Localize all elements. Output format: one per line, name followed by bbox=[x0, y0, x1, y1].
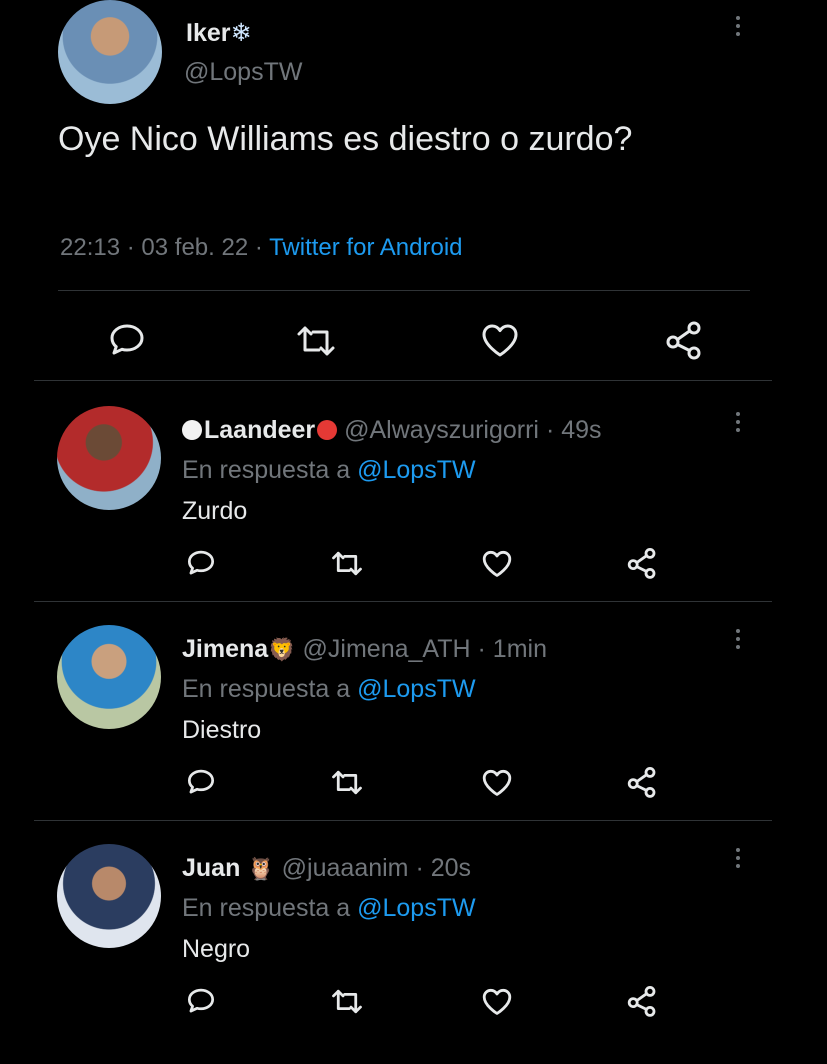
retweet-icon[interactable] bbox=[296, 324, 336, 358]
author-name[interactable]: Juan bbox=[182, 854, 240, 882]
tweet-date: 03 feb. 22 bbox=[141, 234, 249, 261]
author-handle[interactable]: @Alwayszurigorri bbox=[344, 416, 539, 444]
like-icon[interactable] bbox=[481, 549, 513, 578]
white-circle-icon bbox=[182, 420, 202, 440]
divider bbox=[34, 601, 772, 602]
like-icon[interactable] bbox=[480, 322, 520, 358]
tweet-text: Oye Nico Williams es diestro o zurdo? bbox=[58, 120, 633, 158]
reply-tweet[interactable]: Laandeer @Alwayszurigorri · 49s En respu… bbox=[0, 406, 827, 626]
author-handle[interactable]: @juaaanim bbox=[282, 854, 409, 882]
author-name[interactable]: Jimena bbox=[182, 635, 268, 663]
more-options-icon[interactable] bbox=[736, 412, 742, 436]
mention-link[interactable]: @LopsTW bbox=[357, 456, 475, 484]
like-icon[interactable] bbox=[481, 768, 513, 797]
reply-text: Zurdo bbox=[182, 497, 248, 525]
reply-time: 49s bbox=[561, 416, 602, 444]
more-options-icon[interactable] bbox=[736, 16, 742, 40]
like-icon[interactable] bbox=[481, 987, 513, 1016]
mention-link[interactable]: @LopsTW bbox=[357, 894, 475, 922]
red-circle-icon bbox=[317, 420, 338, 440]
reply-tweet[interactable]: Jimena🦁 @Jimena_ATH · 1min En respuesta … bbox=[0, 625, 827, 845]
divider bbox=[34, 380, 772, 381]
tweet-time: 22:13 bbox=[60, 234, 121, 261]
divider bbox=[34, 820, 772, 821]
retweet-icon[interactable] bbox=[331, 988, 363, 1015]
share-icon[interactable] bbox=[626, 766, 658, 798]
avatar[interactable] bbox=[58, 0, 162, 104]
retweet-icon[interactable] bbox=[331, 769, 363, 796]
author-name[interactable]: Iker❄ bbox=[186, 18, 251, 48]
reply-icon[interactable] bbox=[108, 322, 146, 358]
tweet-source-link[interactable]: Twitter for Android bbox=[269, 234, 462, 261]
share-icon[interactable] bbox=[664, 320, 704, 360]
avatar[interactable] bbox=[57, 406, 161, 510]
retweet-icon[interactable] bbox=[331, 550, 363, 577]
author-handle[interactable]: @Jimena_ATH bbox=[303, 635, 471, 663]
reply-text: Negro bbox=[182, 935, 251, 963]
author-handle[interactable]: @LopsTW bbox=[184, 58, 302, 87]
tweet-meta: 22:13 · 03 feb. 22 · Twitter for Android bbox=[60, 234, 463, 261]
reply-tweet[interactable]: Juan 🦉 @juaaanim · 20s En respuesta a @L… bbox=[0, 844, 827, 1064]
more-options-icon[interactable] bbox=[736, 629, 742, 653]
reply-icon[interactable] bbox=[186, 768, 216, 796]
lion-icon: 🦁 bbox=[268, 637, 296, 662]
reply-time: 20s bbox=[430, 854, 472, 882]
author-name[interactable]: Laandeer bbox=[204, 416, 315, 444]
snowflake-icon: ❄ bbox=[230, 19, 252, 47]
share-icon[interactable] bbox=[626, 547, 658, 579]
reply-icon[interactable] bbox=[186, 987, 216, 1015]
owl-icon: 🦉 bbox=[247, 856, 275, 881]
divider bbox=[58, 290, 750, 291]
avatar[interactable] bbox=[57, 625, 161, 729]
reply-time: 1min bbox=[492, 635, 547, 663]
mention-link[interactable]: @LopsTW bbox=[357, 675, 475, 703]
avatar[interactable] bbox=[57, 844, 161, 948]
more-options-icon[interactable] bbox=[736, 848, 742, 872]
reply-text: Diestro bbox=[182, 716, 262, 744]
reply-icon[interactable] bbox=[186, 549, 216, 577]
share-icon[interactable] bbox=[626, 985, 658, 1017]
